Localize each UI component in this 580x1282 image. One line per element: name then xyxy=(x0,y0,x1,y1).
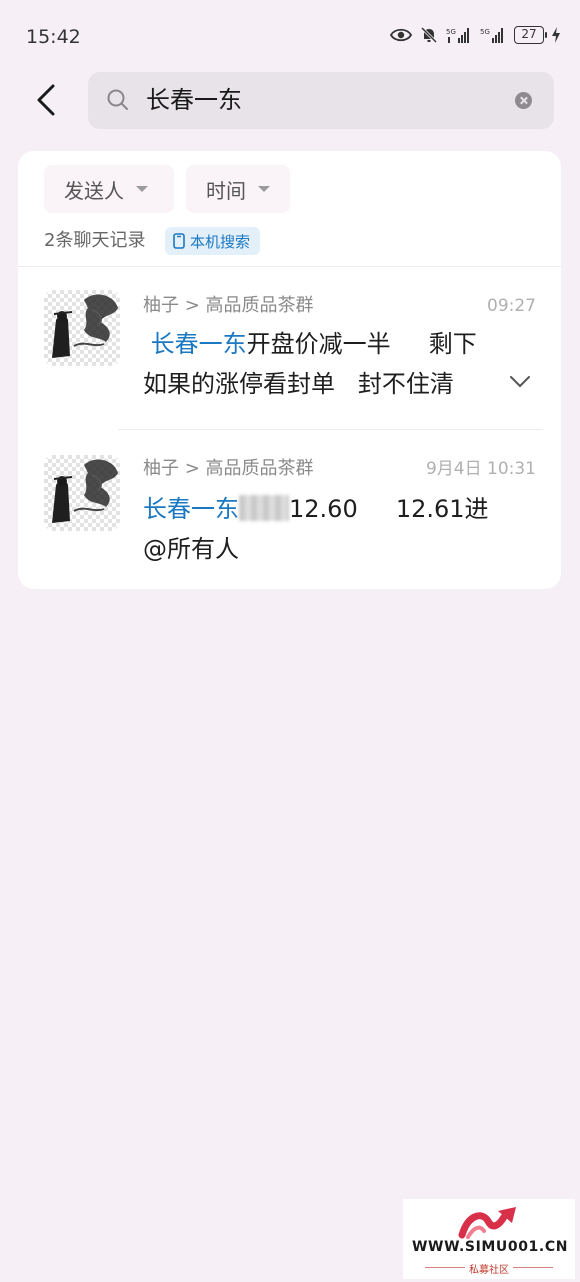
result-count: 2条聊天记录 xyxy=(44,230,146,251)
message-line: 长春一东 12.60 12.61进 xyxy=(143,492,489,526)
eye-icon xyxy=(390,28,412,42)
clear-icon[interactable] xyxy=(515,92,532,109)
watermark-site: WWW.SIMU001.CN xyxy=(411,1239,569,1255)
brand-logo-icon xyxy=(458,1207,516,1239)
sender-filter-dropdown[interactable]: 发送人 xyxy=(44,165,174,213)
search-input[interactable]: 长春一东 xyxy=(88,72,554,129)
watermark: WWW.SIMU001.CN 私募社区 xyxy=(403,1199,575,1279)
message-line: 长春一东开盘价减一半 剩下 xyxy=(143,327,477,361)
caret-down-icon xyxy=(136,186,148,192)
watermark-subtitle: 私募社区 xyxy=(403,1261,575,1276)
chevron-left-icon xyxy=(37,84,55,116)
time-filter-label: 时间 xyxy=(206,178,246,203)
back-button[interactable] xyxy=(28,80,64,120)
caret-down-icon xyxy=(258,186,270,192)
mute-bell-icon xyxy=(420,26,438,44)
signal-5g-icon: 5G xyxy=(480,28,503,43)
phone-icon xyxy=(173,233,185,249)
message-time: 09:27 xyxy=(487,296,536,316)
results-card: 发送人 时间 2条聊天记录 本机搜索 柚子 > 高品质品茶群 09:27 长春一… xyxy=(18,151,561,589)
status-bar: 15:42 5G 5G 27 xyxy=(0,0,580,72)
sender-filter-label: 发送人 xyxy=(64,178,124,203)
battery-icon: 27 xyxy=(514,26,547,44)
time-filter-dropdown[interactable]: 时间 xyxy=(186,165,290,213)
message-result-item[interactable]: 柚子 > 高品质品茶群 09:27 长春一东开盘价减一半 剩下 如果的涨停看封单… xyxy=(18,267,561,429)
message-time: 9月4日 10:31 xyxy=(425,459,536,479)
message-text: 开盘价减一半 剩下 xyxy=(246,330,477,358)
svg-text:5G: 5G xyxy=(446,28,456,36)
svg-text:5G: 5G xyxy=(480,28,490,36)
search-icon xyxy=(107,89,128,110)
status-icons: 5G 5G 27 xyxy=(390,26,560,44)
message-text: 12.60 12.61进 xyxy=(289,495,489,523)
redacted-text xyxy=(239,495,289,521)
keyword-highlight: 长春一东 xyxy=(150,330,247,358)
avatar xyxy=(44,290,120,366)
message-line: @所有人 xyxy=(143,535,239,563)
message-source: 柚子 > 高品质品茶群 xyxy=(143,458,314,479)
local-search-label: 本机搜索 xyxy=(190,232,251,251)
message-source: 柚子 > 高品质品茶群 xyxy=(143,295,314,316)
local-search-button[interactable]: 本机搜索 xyxy=(165,227,261,255)
battery-level: 27 xyxy=(521,27,537,41)
message-line: 如果的涨停看封单 封不住清 xyxy=(143,370,454,398)
status-time: 15:42 xyxy=(26,26,81,48)
signal-5g-icon: 5G xyxy=(446,28,469,43)
charging-icon xyxy=(552,27,560,43)
search-value[interactable]: 长春一东 xyxy=(146,84,242,116)
avatar xyxy=(44,455,120,531)
chevron-down-icon[interactable] xyxy=(509,375,531,389)
message-result-item[interactable]: 柚子 > 高品质品茶群 9月4日 10:31 长春一东 12.60 12.61进 … xyxy=(18,430,561,589)
keyword-highlight: 长春一东 xyxy=(143,495,239,523)
